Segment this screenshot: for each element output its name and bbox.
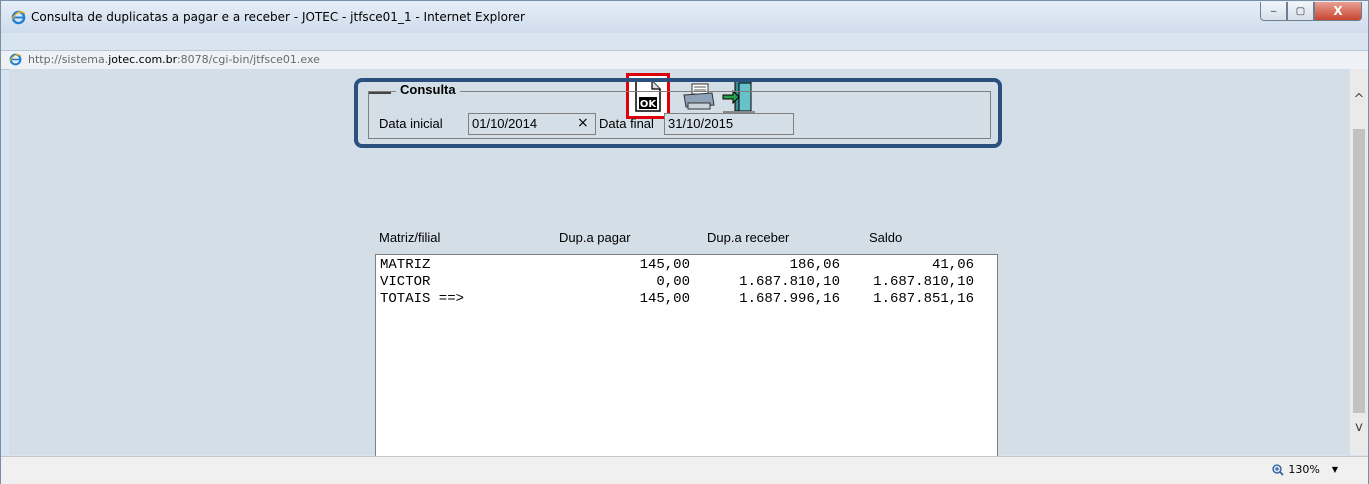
cell-saldo: 1.687.810,10 [873, 274, 974, 290]
consulta-legend: Consulta [396, 82, 460, 97]
consulta-fieldset: Consulta Data inicial 01/10/2014 × Data … [368, 82, 991, 139]
zoom-icon [1272, 463, 1284, 476]
cell-saldo: 1.687.851,16 [873, 291, 974, 307]
cell-pagar: 0,00 [656, 274, 690, 290]
url-prefix: http://sistema. [28, 53, 109, 66]
zoom-dropdown-icon[interactable]: ▼ [1332, 465, 1338, 474]
table-row[interactable]: VICTOR 0,00 1.687.810,10 1.687.810,10 [380, 274, 980, 290]
ie-logo-icon [11, 10, 26, 25]
zoom-control[interactable]: 130% ▼ [1272, 463, 1338, 476]
cell-pagar: 145,00 [639, 257, 690, 273]
status-bar: 130% ▼ [1, 456, 1368, 484]
data-inicial-label: Data inicial [379, 116, 443, 131]
table-row[interactable]: MATRIZ 145,00 186,06 41,06 [380, 257, 980, 273]
zoom-level: 130% [1288, 463, 1320, 476]
cell-saldo: 41,06 [931, 257, 974, 273]
browser-window: Consulta de duplicatas a pagar e a receb… [0, 0, 1369, 484]
result-listbox[interactable]: MATRIZ 145,00 186,06 41,06 VICTOR 0,00 1… [375, 254, 998, 457]
clear-icon[interactable]: × [577, 115, 589, 131]
scroll-thumb[interactable] [1353, 129, 1365, 413]
col-header-pagar: Dup.a pagar [559, 230, 631, 245]
col-header-matriz: Matriz/filial [379, 230, 441, 245]
close-button[interactable]: X [1314, 2, 1362, 21]
table-row[interactable]: TOTAIS ==> 145,00 1.687.996,16 1.687.851… [380, 291, 980, 307]
ie-logo-icon [9, 53, 22, 66]
col-header-receber: Dup.a receber [707, 230, 790, 245]
title-bar: Consulta de duplicatas a pagar e a receb… [1, 1, 1368, 33]
window-title: Consulta de duplicatas a pagar e a receb… [31, 10, 525, 24]
cell-name: TOTAIS ==> [380, 291, 465, 307]
vertical-scrollbar[interactable]: ^ v [1350, 69, 1368, 455]
data-final-label: Data final [599, 116, 654, 131]
data-final-input[interactable]: 31/10/2015 [664, 113, 794, 135]
address-bar[interactable]: http://sistema.jotec.com.br:8078/cgi-bin… [1, 50, 1368, 70]
maximize-button[interactable]: ▢ [1287, 2, 1314, 21]
scroll-down-icon[interactable]: v [1352, 421, 1366, 435]
legend-rule [369, 92, 391, 94]
cell-receber: 1.687.996,16 [739, 291, 840, 307]
url-suffix: :8078/cgi-bin/jtfsce01.exe [176, 53, 320, 66]
scroll-up-icon[interactable]: ^ [1352, 93, 1366, 107]
cell-pagar: 145,00 [639, 291, 690, 307]
minimize-button[interactable]: ‒ [1260, 2, 1287, 21]
col-header-saldo: Saldo [869, 230, 903, 245]
url-domain: jotec.com.br [108, 53, 177, 66]
cell-receber: 1.687.810,10 [739, 274, 840, 290]
window-controls: ‒ ▢ X [1260, 2, 1362, 22]
cell-receber: 186,06 [789, 257, 840, 273]
cell-name: MATRIZ [380, 257, 431, 273]
address-url: http://sistema.jotec.com.br:8078/cgi-bin… [28, 53, 320, 66]
cell-name: VICTOR [380, 274, 431, 290]
